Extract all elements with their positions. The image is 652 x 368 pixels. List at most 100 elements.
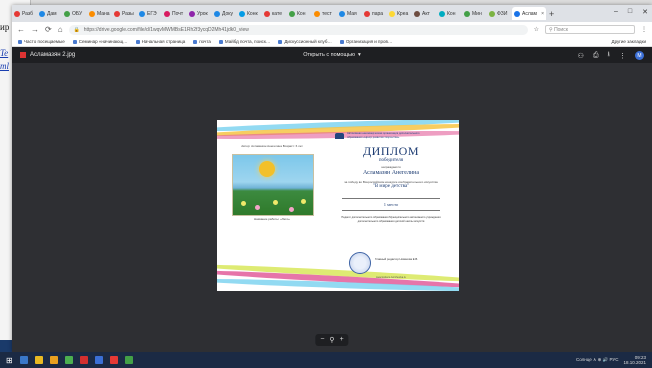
browser-tab[interactable]: кате — [262, 7, 287, 20]
search-input[interactable]: ⚲ Поиск — [545, 25, 635, 34]
browser-tab[interactable]: Разы — [112, 7, 137, 20]
print-icon[interactable]: ⎙ — [593, 52, 599, 60]
start-button[interactable]: ⊞ — [6, 356, 13, 365]
browser-tab[interactable]: Мая — [337, 7, 362, 20]
diploma-place: 1 место — [383, 202, 399, 207]
browser-tab[interactable]: Акт — [412, 7, 437, 20]
flower-shape — [273, 200, 278, 205]
zoom-out-button[interactable]: − — [320, 336, 324, 344]
zoom-controls: − ⚲ + — [315, 334, 349, 346]
divider — [342, 210, 440, 211]
bookmark-item[interactable]: Дискуссионный клуб… — [278, 39, 332, 44]
favicon-icon — [64, 10, 70, 17]
bookmark-label: Организация и пров… — [345, 39, 393, 44]
close-button[interactable]: ✕ — [642, 8, 648, 16]
diploma-winner-name: Асламазян Анегелина — [362, 170, 420, 176]
background-link-fragment[interactable]: ml — [0, 61, 9, 71]
bookmark-item[interactable]: Начальная страница — [135, 39, 186, 44]
browser-tab[interactable]: ОБУ — [62, 7, 87, 20]
tab-label: тест — [322, 10, 332, 17]
bookmark-item[interactable]: Часто посещаемые — [18, 39, 65, 44]
taskbar-app-icon[interactable] — [79, 356, 88, 364]
browser-tab[interactable]: Кон — [287, 7, 312, 20]
back-icon[interactable]: ← — [17, 25, 25, 34]
taskbar-app-icon[interactable] — [64, 356, 73, 364]
address-bar[interactable]: 🔒 https://drive.google.com/file/d/1wqvMW… — [68, 24, 528, 35]
bookmark-icon — [339, 39, 344, 44]
browser-tab[interactable]: Разб — [12, 7, 37, 20]
home-icon[interactable]: ⌂ — [58, 25, 63, 34]
favicon-icon — [164, 10, 170, 17]
drive-file-viewer: Асламазян 2.jpg Открыть с помощью ▾ ⚇ ⎙ … — [12, 47, 652, 352]
zoom-icon[interactable]: ⚲ — [329, 336, 334, 344]
minimize-button[interactable]: – — [614, 8, 618, 16]
taskbar-app-icon[interactable] — [94, 356, 103, 364]
tab-label: пара — [372, 10, 384, 17]
favicon-icon — [239, 10, 245, 17]
favicon-icon — [314, 10, 320, 17]
browser-tab[interactable]: Доку — [212, 7, 237, 20]
browser-tab[interactable]: тест — [312, 7, 337, 20]
favicon-icon — [464, 10, 470, 17]
browser-tab[interactable]: Конк — [237, 7, 262, 20]
taskbar-app-icon[interactable] — [49, 356, 58, 364]
bookmarks-bar: Часто посещаемые Семинар «начинающ… Началь… — [12, 37, 652, 47]
taskbar-app-icon[interactable] — [34, 356, 43, 364]
bookmark-item[interactable]: Семинар «начинающ… — [72, 39, 128, 44]
browser-tab[interactable]: Дам — [37, 7, 62, 20]
tab-label: ФЗИ — [497, 10, 508, 17]
zoom-in-button[interactable]: + — [340, 336, 344, 344]
diploma-footer: www.konkurs-tvorchestva.ru — [376, 276, 406, 279]
bookmark-item[interactable]: Организация и пров… — [339, 39, 393, 44]
download-icon[interactable]: ⭳ — [608, 50, 610, 61]
artwork-title: Название работы: «Лето» — [254, 217, 290, 221]
maximize-button[interactable]: □ — [628, 8, 632, 16]
file-name: Асламазян 2.jpg — [30, 52, 76, 58]
more-options-icon[interactable]: ⋮ — [619, 52, 626, 60]
close-tab-icon[interactable]: × — [541, 11, 544, 17]
background-link-fragment[interactable]: Te — [0, 48, 8, 58]
favicon-icon — [264, 10, 270, 17]
browser-tab[interactable]: Креа — [387, 7, 412, 20]
divider — [342, 198, 440, 199]
bookmark-item[interactable]: Майбд почта, поиск… — [218, 39, 270, 44]
search-placeholder: Поиск — [554, 26, 568, 33]
favicon-icon — [39, 10, 45, 17]
browser-tab[interactable]: Кон — [437, 7, 462, 20]
favicon-icon — [439, 10, 445, 17]
bookmark-icon — [135, 39, 140, 44]
browser-tab[interactable]: ЕГЭ — [137, 7, 162, 20]
forward-icon[interactable]: → — [31, 25, 39, 34]
add-person-icon[interactable]: ⚇ — [578, 52, 584, 60]
reload-icon[interactable]: ⟳ — [45, 25, 52, 34]
browser-tab[interactable]: ФЗИ — [487, 7, 512, 20]
avatar[interactable]: М — [635, 51, 644, 60]
taskbar-app-icon[interactable] — [19, 356, 28, 364]
browser-tab[interactable]: Урок — [187, 7, 212, 20]
taskbar-app-icon[interactable] — [109, 356, 118, 364]
drive-icon — [514, 10, 520, 17]
other-bookmarks[interactable]: Другие закладки — [612, 39, 646, 44]
lock-icon: 🔒 — [73, 26, 80, 33]
bookmark-label: почта — [199, 39, 211, 44]
bookmark-label: Начальная страница — [141, 39, 186, 44]
browser-tab[interactable]: пара — [362, 7, 387, 20]
extensions-icon[interactable]: ⋮ — [641, 26, 647, 33]
bookmark-star-icon[interactable]: ☆ — [534, 26, 539, 33]
bookmark-item[interactable]: почта — [193, 39, 211, 44]
taskbar-app-icon[interactable] — [124, 356, 133, 364]
browser-tab[interactable]: Почт — [162, 7, 187, 20]
browser-tab[interactable]: Мин — [462, 7, 487, 20]
favicon-icon — [414, 10, 420, 17]
tab-strip: Разб Дам ОБУ Мана Разы ЕГЭ Почт Урок Доку Конк кат… — [12, 5, 652, 22]
diploma-contest-name: "В мире детства" — [372, 184, 410, 189]
active-browser-tab[interactable]: Аслам × — [512, 7, 546, 20]
tray-icons[interactable]: Солнце ∧ ⊕ 🔊 РУС — [576, 357, 618, 363]
toolbar-right: ☆ ⚲ Поиск ⋮ — [534, 25, 647, 34]
open-with-button[interactable]: Открыть с помощью ▾ — [303, 52, 361, 58]
clock[interactable]: 09:23 18.10.2021 — [623, 355, 646, 365]
bookmark-icon — [193, 39, 198, 44]
new-tab-button[interactable]: + — [546, 9, 557, 19]
favicon-icon — [339, 10, 345, 17]
browser-tab[interactable]: Мана — [87, 7, 112, 20]
